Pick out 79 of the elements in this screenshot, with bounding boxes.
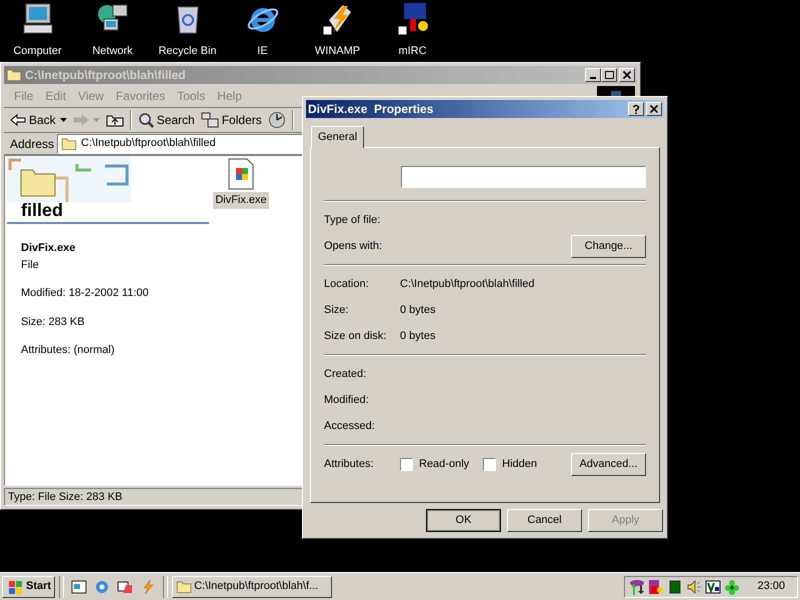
property-label: Attributes: bbox=[324, 456, 375, 472]
property-label: Opens with: bbox=[324, 238, 384, 254]
property-label: Location: bbox=[324, 276, 370, 292]
checkbox-label: Hidden bbox=[502, 456, 537, 472]
property-label: Created: bbox=[324, 366, 368, 382]
file-detail: Modified: 18-2-2002 11:00 bbox=[20, 286, 150, 301]
search-icon bbox=[138, 112, 154, 128]
property-value: C:\Inetpub\ftproot\blah\filled bbox=[400, 276, 535, 292]
start-button[interactable]: Start bbox=[2, 576, 56, 598]
tab[interactable]: General bbox=[311, 126, 364, 148]
clock: 23:00 bbox=[757, 579, 785, 594]
desktop-icon-label[interactable]: Network bbox=[92, 43, 133, 60]
desktop-icon[interactable] bbox=[71, 578, 88, 594]
dialog-button[interactable]: Cancel bbox=[507, 509, 582, 532]
dialog-title: DivFix.exe Properties bbox=[308, 101, 434, 118]
dialog-button[interactable]: OK bbox=[426, 509, 501, 532]
flower-icon[interactable] bbox=[724, 578, 740, 594]
history-clock-icon bbox=[268, 111, 286, 129]
up-button[interactable] bbox=[106, 113, 124, 127]
property-label: Modified: bbox=[324, 392, 370, 408]
question-mark-icon bbox=[630, 104, 642, 114]
window-title: C:\Inetpub\ftproot\blah\filled bbox=[25, 67, 186, 84]
desktop-icon-label[interactable]: WINAMP bbox=[314, 43, 360, 60]
folder-heading: filled bbox=[20, 200, 64, 220]
transfer-arrows-icon[interactable] bbox=[629, 578, 646, 594]
back-button[interactable]: Back bbox=[10, 111, 56, 129]
property-label: Accessed: bbox=[324, 418, 376, 434]
history-button[interactable] bbox=[268, 111, 286, 129]
speaker-icon[interactable] bbox=[686, 578, 702, 594]
help-button[interactable] bbox=[628, 102, 644, 116]
folder-icon bbox=[61, 136, 78, 150]
close-icon bbox=[621, 70, 633, 80]
channels-icon[interactable] bbox=[117, 578, 134, 594]
minimize-icon bbox=[590, 77, 596, 79]
computer-icon bbox=[20, 2, 54, 36]
file-type: File bbox=[20, 258, 40, 272]
maximize-icon bbox=[603, 70, 615, 80]
maximize-button[interactable] bbox=[601, 68, 617, 82]
browser-e-icon[interactable] bbox=[94, 578, 110, 594]
checkbox[interactable] bbox=[400, 458, 413, 470]
folders-icon bbox=[200, 112, 219, 128]
file-name: DivFix.exe bbox=[20, 241, 76, 256]
folder-icon bbox=[176, 580, 192, 594]
property-label: Size on disk: bbox=[324, 328, 388, 344]
desktop-icon-label[interactable]: IE bbox=[257, 43, 268, 60]
advanced-button[interactable]: Advanced... bbox=[571, 452, 646, 476]
property-label: Size: bbox=[324, 302, 350, 318]
folders-button[interactable]: Folders bbox=[200, 111, 262, 129]
address-label: Address bbox=[10, 136, 54, 152]
caret-icon bbox=[92, 118, 100, 122]
checkbox-label: Read-only bbox=[419, 456, 470, 472]
minimize-button[interactable] bbox=[585, 68, 601, 82]
desktop-icon-label[interactable]: mIRC bbox=[398, 43, 427, 60]
meter-icon[interactable] bbox=[667, 578, 684, 594]
mirc-logo-icon[interactable] bbox=[648, 578, 664, 594]
file-name-field[interactable] bbox=[401, 166, 646, 188]
file-detail: Attributes: (normal) bbox=[20, 343, 116, 358]
folder-icon bbox=[6, 68, 22, 82]
up-folder-icon bbox=[106, 113, 124, 127]
caret-icon bbox=[60, 118, 67, 122]
change-button[interactable]: Change... bbox=[571, 234, 646, 258]
file-label[interactable]: DivFix.exe bbox=[213, 192, 269, 208]
property-value: 0 bytes bbox=[400, 328, 436, 344]
checkbox[interactable] bbox=[483, 458, 496, 470]
desktop-icon-label[interactable]: Recycle Bin bbox=[158, 43, 217, 60]
close-button[interactable] bbox=[619, 68, 635, 82]
desktop-icon-label[interactable]: Computer bbox=[13, 43, 62, 60]
executable-file-icon bbox=[227, 158, 255, 190]
tv-icon[interactable] bbox=[705, 578, 722, 594]
file-detail: Size: 283 KB bbox=[20, 314, 86, 330]
task-button[interactable]: C:\Inetpub\ftproot\blah\f... bbox=[172, 576, 332, 598]
property-value: 0 bytes bbox=[400, 302, 436, 318]
windows-logo-icon bbox=[6, 578, 24, 594]
close-icon bbox=[648, 104, 660, 114]
search-button[interactable]: Search bbox=[138, 111, 195, 129]
back-arrow-icon bbox=[10, 113, 26, 127]
property-label: Type of file: bbox=[324, 212, 382, 228]
forward-arrow-icon bbox=[72, 113, 89, 127]
close-button[interactable] bbox=[646, 102, 662, 116]
